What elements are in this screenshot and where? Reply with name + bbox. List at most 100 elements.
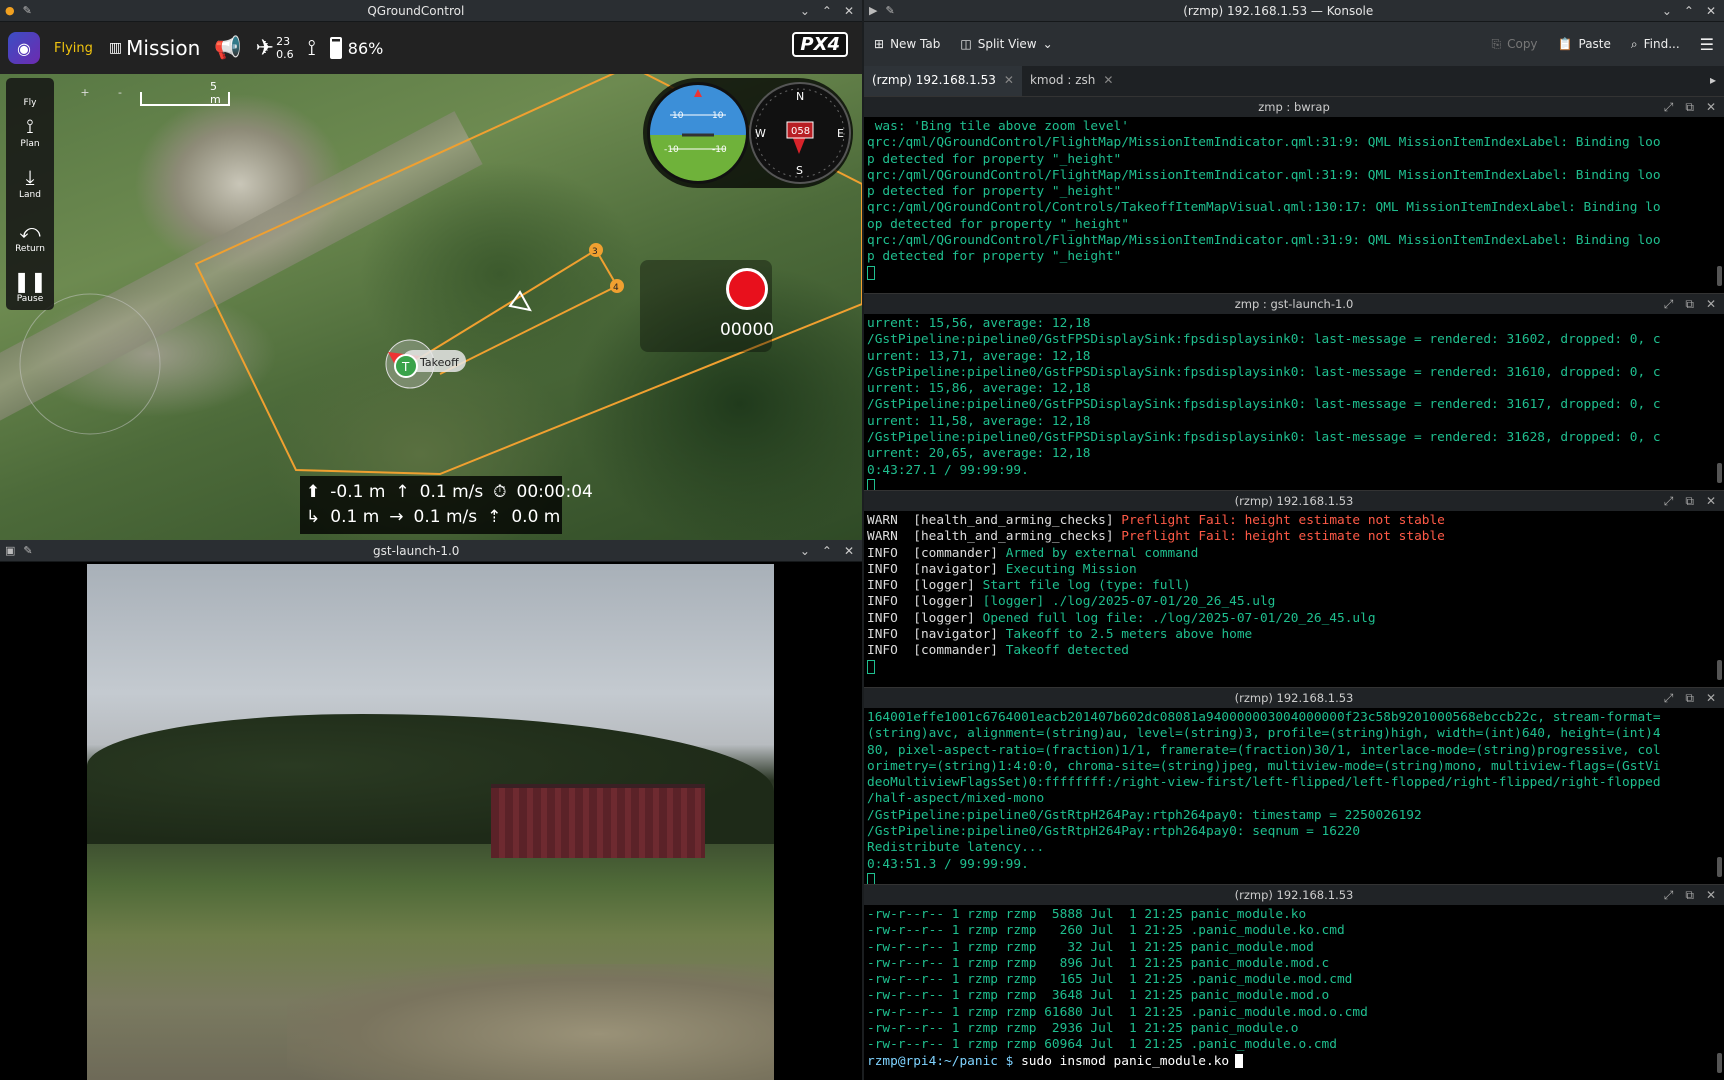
map-icon: ▥: [108, 40, 123, 56]
altitude-amsl: 0.0 m: [511, 507, 561, 527]
altitude-icon: ⬆: [306, 482, 321, 502]
minimize-icon[interactable]: ⌄: [1662, 4, 1672, 18]
new-tab-button[interactable]: ⊞ New Tab: [864, 37, 950, 51]
tab-rzmp[interactable]: (rzmp) 192.168.1.53 ✕: [864, 66, 1022, 96]
mission-indicator[interactable]: ▥ Mission: [109, 36, 200, 60]
terminal-line: urrent: 15,86, average: 12,18: [867, 381, 1091, 397]
tool-land[interactable]: ⤓ Land: [6, 156, 54, 210]
minimize-icon[interactable]: ⌄: [800, 4, 810, 18]
telemetry-panel[interactable]: ⬆ -0.1 m ↑ 0.1 m/s ⏱ 00:00:04 ↳ 0.1 m → 0.1 m…: [300, 476, 593, 534]
tab-kmod[interactable]: kmod : zsh ✕: [1022, 66, 1122, 96]
terminal-line: 164001effe1001c6764001eacb201407b602dc08…: [867, 710, 1661, 725]
expand-icon[interactable]: ⤢: [1664, 688, 1674, 708]
log-message: Preflight Fail: height estimate not stab…: [1121, 529, 1445, 545]
attitude-indicator: 10 10 -10 -10: [647, 82, 749, 184]
pane-scrollbar[interactable]: [1717, 266, 1722, 286]
zoom-out-button[interactable]: -: [110, 86, 130, 99]
instrument-panel[interactable]: 10 10 -10 -10 N S E W 058: [643, 78, 853, 188]
messages-megaphone-icon[interactable]: 📢: [214, 36, 241, 61]
expand-icon[interactable]: ⤢: [1664, 491, 1674, 511]
find-button[interactable]: ⌕ Find...: [1621, 37, 1690, 52]
pane-scrollbar[interactable]: [1717, 857, 1722, 877]
log-line: INFO [logger] Start file log (type: full…: [867, 578, 1721, 594]
pane-title: (rzmp) 192.168.1.53: [1234, 494, 1354, 508]
gst-titlebar: ▣ ✎ gst-launch-1.0 ⌄ ⌃ ✕: [0, 540, 862, 562]
tool-fly[interactable]: Fly: [6, 78, 54, 108]
pane-scrollbar[interactable]: [1717, 1053, 1722, 1073]
terminal-line: /half-aspect/mixed-mono: [867, 791, 1045, 807]
qgc-logo-icon: ◉: [17, 38, 31, 58]
paste-button[interactable]: 📋 Paste: [1548, 37, 1621, 51]
pin-icon[interactable]: ✎: [23, 4, 32, 17]
battery-indicator[interactable]: 86%: [329, 37, 383, 59]
close-icon[interactable]: ✕: [844, 4, 854, 18]
record-button[interactable]: [726, 268, 768, 310]
pin-icon[interactable]: ✎: [23, 544, 32, 557]
prompt-line[interactable]: rzmp@rpi4:~/panic $ sudo insmod panic_mo…: [867, 1054, 1721, 1070]
pin-icon[interactable]: ✎: [885, 4, 894, 17]
close-icon[interactable]: ✕: [844, 544, 854, 558]
app-icon: ●: [5, 4, 15, 17]
close-icon[interactable]: ✕: [1706, 97, 1716, 117]
detach-icon[interactable]: ⧉: [1685, 688, 1694, 708]
qgc-titlebar: ● ✎ QGroundControl ⌄ ⌃ ✕: [0, 0, 862, 22]
terminal-line: p detected for property "_height": [867, 151, 1122, 167]
tool-plan[interactable]: ⟟ Plan: [6, 108, 54, 156]
qgc-logo-button[interactable]: ◉: [8, 32, 40, 64]
detach-icon[interactable]: ⧉: [1685, 97, 1694, 117]
terminal-output[interactable]: urrent: 15,56, average: 12,18/GstPipelin…: [864, 314, 1724, 497]
expand-icon[interactable]: ⤢: [1664, 97, 1674, 117]
pane-scrollbar[interactable]: [1717, 463, 1722, 483]
maximize-icon[interactable]: ⌃: [822, 544, 832, 558]
hamburger-menu-button[interactable]: ☰: [1690, 35, 1724, 54]
detach-icon[interactable]: ⧉: [1685, 491, 1694, 511]
close-icon[interactable]: ✕: [1706, 294, 1716, 314]
maximize-icon[interactable]: ⌃: [822, 4, 832, 18]
terminal-pane[interactable]: zmp : bwrap ⤢ ⧉ ✕ was: 'Bing tile above zoo…: [864, 96, 1724, 293]
terminal-pane[interactable]: zmp : gst-launch-1.0 ⤢ ⧉ ✕ urrent: 15,56, av…: [864, 293, 1724, 494]
terminal-output[interactable]: WARN [health_and_arming_checks] Prefligh…: [864, 511, 1724, 678]
terminal-pane[interactable]: (rzmp) 192.168.1.53 ⤢ ⧉ ✕ WARN [health_and_a…: [864, 490, 1724, 687]
terminal-pane[interactable]: (rzmp) 192.168.1.53 ⤢ ⧉ ✕ 164001effe1001c676…: [864, 687, 1724, 888]
pane-scrollbar[interactable]: [1717, 660, 1722, 680]
rc-signal-icon[interactable]: ⟟: [308, 36, 316, 61]
detach-icon[interactable]: ⧉: [1685, 294, 1694, 314]
gps-indicator[interactable]: ✈ 23 0.6: [256, 35, 294, 61]
expand-icon[interactable]: ⤢: [1664, 294, 1674, 314]
zoom-in-button[interactable]: +: [75, 86, 95, 99]
pane-title: (rzmp) 192.168.1.53: [1234, 691, 1354, 705]
expand-icon[interactable]: ⤢: [1664, 885, 1674, 905]
terminal-line: op detected for property "_height": [867, 216, 1129, 232]
close-icon[interactable]: ✕: [1706, 688, 1716, 708]
flight-mode[interactable]: Flying: [54, 41, 93, 56]
satellite-icon: ✈: [255, 35, 275, 61]
compass-n: N: [796, 90, 804, 103]
tool-pause[interactable]: ❚❚ Pause: [6, 264, 54, 310]
terminal-line: 80, pixel-aspect-ratio=(fraction)1/1, fr…: [867, 742, 1661, 758]
terminal-output[interactable]: -rw-r--r-- 1 rzmp rzmp 5888 Jul 1 21:25 …: [864, 905, 1724, 1072]
detach-icon[interactable]: ⧉: [1685, 885, 1694, 905]
video-shed: [491, 784, 705, 858]
close-icon[interactable]: ✕: [1706, 4, 1716, 18]
minimize-icon[interactable]: ⌄: [800, 544, 810, 558]
text-cursor: [867, 266, 875, 281]
log-line: INFO [navigator] Takeoff to 2.5 meters a…: [867, 627, 1721, 643]
close-icon[interactable]: ✕: [1706, 885, 1716, 905]
terminal-output[interactable]: was: 'Bing tile above zoom level' qrc:/qm…: [864, 117, 1724, 284]
terminal-line: qrc:/qml/QGroundControl/FlightMap/Missio…: [867, 135, 1661, 151]
close-icon[interactable]: ✕: [1706, 491, 1716, 511]
log-level: INFO: [867, 545, 898, 561]
tool-return[interactable]: ⤺ Return: [6, 210, 54, 264]
tab-close-icon[interactable]: ✕: [1103, 73, 1113, 89]
terminal-output[interactable]: 164001effe1001c6764001eacb201407b602dc08…: [864, 708, 1724, 891]
terminal-pane[interactable]: (rzmp) 192.168.1.53 ⤢ ⧉ ✕ -rw-r--r-- 1 rzmp …: [864, 884, 1724, 1080]
orbit-circle: [19, 293, 161, 435]
log-source: [logger]: [913, 578, 975, 594]
tab-close-icon[interactable]: ✕: [1004, 73, 1014, 89]
copy-button[interactable]: ⎘ Copy: [1481, 37, 1547, 52]
maximize-icon[interactable]: ⌃: [1684, 4, 1694, 18]
compass-s: S: [796, 164, 803, 177]
split-view-button[interactable]: ◫ Split View ⌄: [950, 37, 1062, 51]
gps-count: 23: [276, 35, 291, 48]
tab-overflow-icon[interactable]: ▸: [1702, 66, 1724, 96]
